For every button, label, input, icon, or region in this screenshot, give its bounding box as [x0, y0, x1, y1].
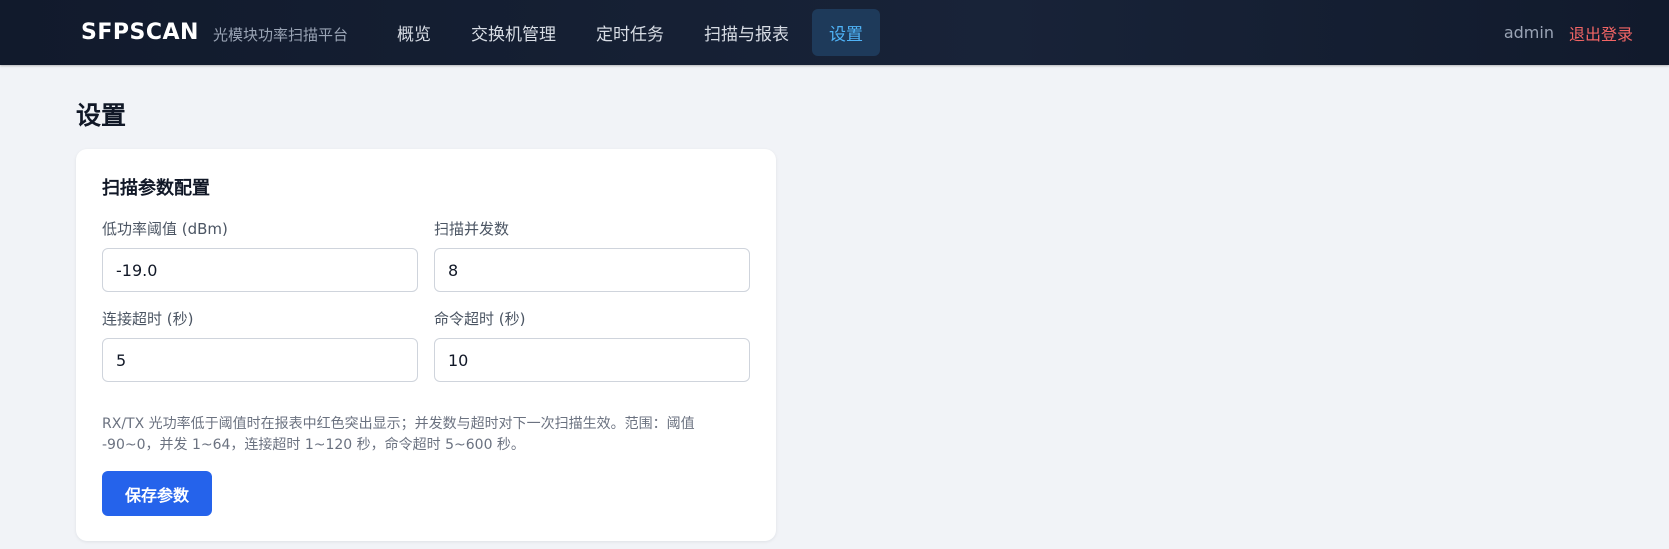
logout-link[interactable]: 退出登录: [1569, 21, 1633, 45]
save-params-button[interactable]: 保存参数: [102, 471, 212, 516]
main-nav: 概览 交换机管理 定时任务 扫描与报表 设置: [380, 0, 886, 65]
nav-scan-reports[interactable]: 扫描与报表: [687, 9, 806, 56]
nav-scheduled-tasks[interactable]: 定时任务: [579, 9, 681, 56]
command-timeout-field: 命令超时 (秒) 10: [434, 308, 750, 382]
connect-timeout-field: 连接超时 (秒) 5: [102, 308, 418, 382]
brand-name: SFPSCAN: [81, 20, 199, 45]
nav-settings[interactable]: 设置: [812, 9, 880, 56]
brand-subtitle: 光模块功率扫描平台: [212, 26, 348, 44]
card-title: 扫描参数配置: [102, 178, 210, 199]
help-text: RX/TX 光功率低于阈值时在报表中红色突出显示；并发数与超时对下一次扫描生效。…: [102, 416, 695, 453]
scan-params-card: 扫描参数配置 低功率阈值 (dBm) -19.0 扫描并发数 8 连接超时 (秒…: [76, 149, 776, 541]
brand[interactable]: SFPSCAN 光模块功率扫描平台: [81, 0, 348, 65]
top-navbar: SFPSCAN 光模块功率扫描平台 概览 交换机管理 定时任务 扫描与报表 设置…: [0, 0, 1669, 65]
username: admin: [1503, 23, 1554, 42]
command-timeout-input[interactable]: 10: [434, 338, 750, 382]
field-label: 扫描并发数: [434, 220, 510, 238]
nav-switch-management[interactable]: 交换机管理: [454, 9, 573, 56]
field-label: 连接超时 (秒): [102, 310, 194, 328]
page-title: 设置: [76, 101, 127, 130]
connect-timeout-input[interactable]: 5: [102, 338, 418, 382]
scan-concurrency-field: 扫描并发数 8: [434, 218, 750, 292]
low-power-threshold-input[interactable]: -19.0: [102, 248, 418, 292]
nav-overview[interactable]: 概览: [380, 9, 448, 56]
field-label: 命令超时 (秒): [434, 310, 526, 328]
user-area: admin 退出登录: [1504, 0, 1633, 65]
scan-concurrency-input[interactable]: 8: [434, 248, 750, 292]
field-label: 低功率阈值 (dBm): [102, 220, 228, 238]
low-power-threshold-field: 低功率阈值 (dBm) -19.0: [102, 218, 418, 292]
